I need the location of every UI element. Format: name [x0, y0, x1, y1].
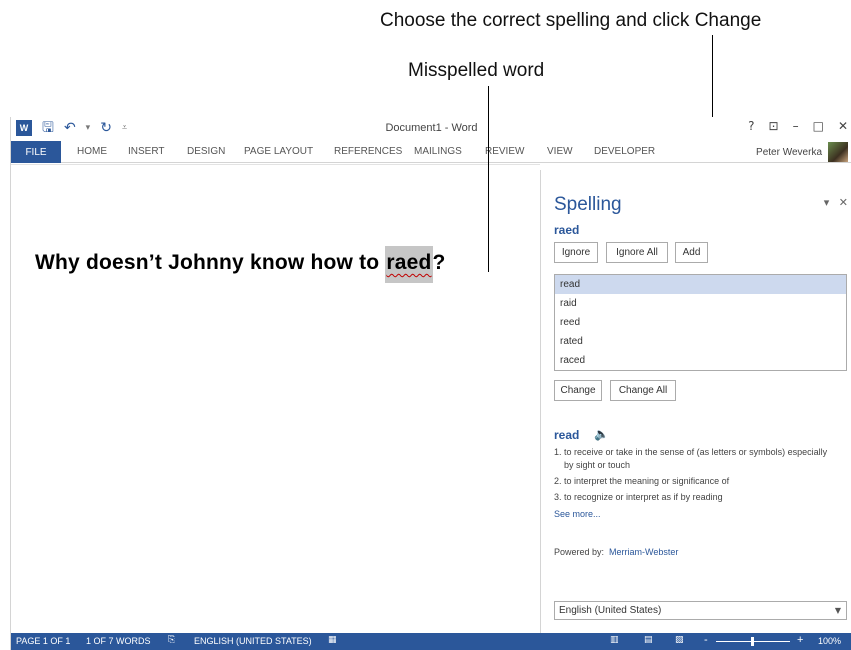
flagged-word: raed	[554, 223, 580, 237]
speaker-icon[interactable]: 🔈	[594, 427, 609, 441]
status-page[interactable]: PAGE 1 OF 1	[16, 636, 70, 646]
document-area[interactable]: Why doesn’t Johnny know how to raed?	[11, 164, 540, 633]
tab-design[interactable]: DESIGN	[187, 146, 225, 157]
callout-misspelled-word: Misspelled word	[408, 60, 545, 81]
macro-icon[interactable]: ▦	[328, 635, 337, 645]
definition-word: read	[554, 428, 580, 442]
zoom-slider-thumb[interactable]	[751, 637, 754, 646]
window-title: Document1 - Word	[385, 122, 478, 134]
see-more-link[interactable]: See more...	[554, 509, 601, 519]
definition-list: 1. to receive or take in the sense of (a…	[554, 446, 839, 507]
tab-page-layout[interactable]: PAGE LAYOUT	[244, 146, 313, 157]
print-layout-icon[interactable]: ▤	[644, 635, 653, 645]
suggestion-item-reed[interactable]: reed	[555, 313, 846, 332]
status-language[interactable]: ENGLISH (UNITED STATES)	[194, 636, 312, 646]
callout-choose-spelling: Choose the correct spelling and click Ch…	[380, 10, 762, 31]
definition-item: 3. to recognize or interpret as if by re…	[554, 492, 723, 502]
pane-options-icon[interactable]: ▾	[824, 196, 830, 209]
ribbon-tabs: FILE HOME INSERT DESIGN PAGE LAYOUT REFE…	[11, 141, 851, 163]
tab-developer[interactable]: DEVELOPER	[594, 146, 655, 157]
tab-review[interactable]: REVIEW	[485, 146, 524, 157]
suggestion-item-raced[interactable]: raced	[555, 351, 846, 370]
tab-file[interactable]: FILE	[11, 141, 61, 163]
tab-mailings[interactable]: MAILINGS	[414, 146, 462, 157]
word-window: W 🖫 ↶ ▾ ↻ ⩡ Document1 - Word ? ⊡ – □ ✕ F…	[10, 117, 851, 650]
pane-controls: ▾ ✕	[824, 196, 848, 209]
tab-insert[interactable]: INSERT	[128, 146, 165, 157]
suggestion-item-raid[interactable]: raid	[555, 294, 846, 313]
ignore-button[interactable]: Ignore	[554, 242, 598, 263]
ribbon-display-icon[interactable]: ⊡	[769, 119, 779, 133]
status-word-count[interactable]: 1 OF 7 WORDS	[86, 636, 151, 646]
maximize-icon[interactable]: □	[813, 119, 824, 133]
language-select[interactable]: English (United States) ▼	[554, 601, 847, 620]
change-button[interactable]: Change	[554, 380, 602, 401]
user-avatar[interactable]	[828, 142, 848, 162]
web-layout-icon[interactable]: ▧	[675, 635, 684, 645]
ignore-all-button[interactable]: Ignore All	[606, 242, 668, 263]
definition-item: 1. to receive or take in the sense of (a…	[554, 447, 828, 470]
language-value: English (United States)	[559, 605, 662, 616]
title-bar: W 🖫 ↶ ▾ ↻ ⩡ Document1 - Word ? ⊡ – □ ✕	[11, 117, 851, 141]
minimize-icon[interactable]: –	[793, 119, 799, 133]
chevron-down-icon: ▼	[834, 606, 841, 615]
misspelled-word[interactable]: raed	[385, 246, 433, 283]
pane-title: Spelling	[554, 194, 622, 215]
suggestions-list[interactable]: read raid reed rated raced	[554, 274, 847, 371]
tab-references[interactable]: REFERENCES	[334, 146, 402, 157]
suggestion-item-read[interactable]: read	[555, 275, 846, 294]
sentence-text: Why doesn’t Johnny know how to	[35, 251, 386, 274]
suggestion-item-rated[interactable]: rated	[555, 332, 846, 351]
powered-by-label: Powered by:	[554, 547, 605, 557]
help-icon[interactable]: ?	[748, 119, 754, 133]
window-controls: ? ⊡ – □ ✕	[748, 119, 848, 133]
zoom-in-button[interactable]: +	[797, 634, 803, 646]
zoom-out-button[interactable]: -	[704, 634, 708, 646]
read-mode-icon[interactable]: ▥	[610, 635, 619, 645]
powered-by: Powered by: Merriam-Webster	[554, 547, 678, 557]
definition-item: 2. to interpret the meaning or significa…	[554, 476, 730, 486]
change-all-button[interactable]: Change All	[610, 380, 676, 401]
document-sentence[interactable]: Why doesn’t Johnny know how to raed?	[35, 246, 446, 283]
spelling-pane: Spelling ▾ ✕ raed Ignore Ignore All Add …	[540, 170, 851, 633]
callout-line-misspelled	[488, 86, 489, 272]
close-icon[interactable]: ✕	[838, 119, 848, 133]
status-bar: PAGE 1 OF 1 1 OF 7 WORDS ⎘ ENGLISH (UNIT…	[11, 633, 851, 650]
sentence-end: ?	[432, 251, 446, 274]
tab-home[interactable]: HOME	[77, 146, 107, 157]
pane-close-icon[interactable]: ✕	[839, 196, 848, 209]
user-name[interactable]: Peter Weverka	[756, 147, 822, 158]
tab-view[interactable]: VIEW	[547, 146, 573, 157]
proofing-icon[interactable]: ⎘	[168, 635, 175, 645]
zoom-level[interactable]: 100%	[818, 636, 841, 646]
add-button[interactable]: Add	[675, 242, 708, 263]
dictionary-link[interactable]: Merriam-Webster	[609, 547, 678, 557]
